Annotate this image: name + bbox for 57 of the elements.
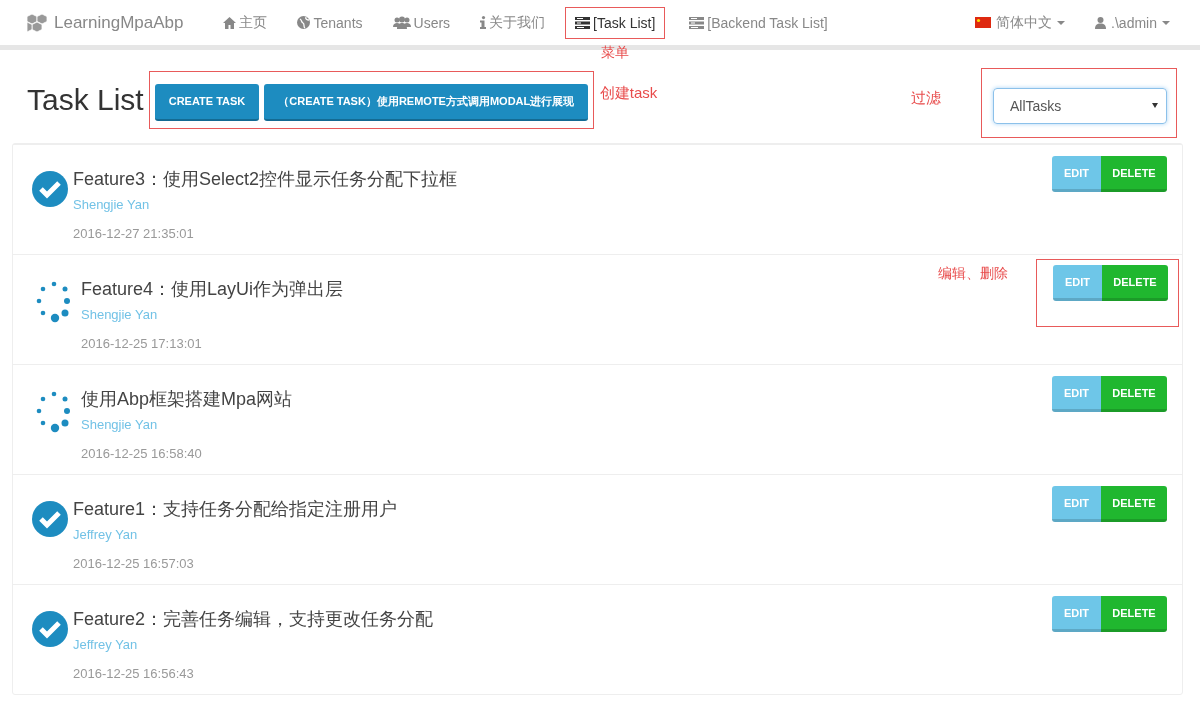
task-title: Feature2：完善任务编辑，支持更改任务分配 bbox=[73, 608, 434, 631]
edit-button[interactable]: EDIT bbox=[1052, 596, 1101, 632]
edit-button[interactable]: EDIT bbox=[1052, 376, 1101, 412]
spinner-icon bbox=[35, 281, 73, 323]
create-task-button[interactable]: （CREATE TASK）使用REMOTE方式调用MODAL进行展现 bbox=[264, 83, 589, 121]
annotation-label: 创建task bbox=[599, 83, 658, 103]
edit-button[interactable]: EDIT bbox=[1052, 486, 1101, 522]
nav-link[interactable]: 主页 bbox=[213, 5, 278, 40]
cubes-icon bbox=[26, 13, 48, 32]
annotation-label: 菜单 bbox=[601, 43, 630, 62]
list-icon bbox=[689, 16, 705, 29]
delete-button[interactable]: DELETE bbox=[1101, 156, 1167, 192]
edit-button[interactable]: EDIT bbox=[1053, 265, 1102, 301]
nav-link[interactable]: [Task List] bbox=[565, 6, 666, 39]
delete-button[interactable]: DELETE bbox=[1101, 486, 1167, 522]
task-date: 2016-12-25 16:57:03 bbox=[73, 556, 195, 571]
delete-button[interactable]: DELETE bbox=[1101, 596, 1167, 632]
nav-link[interactable]: 关于我们 bbox=[470, 5, 556, 40]
assignee-name: Jeffrey Yan bbox=[73, 637, 139, 652]
nav-link[interactable]: [Backend Task List] bbox=[679, 6, 838, 39]
check-circle-icon bbox=[32, 611, 68, 647]
task-date: 2016-12-25 16:58:40 bbox=[81, 446, 203, 461]
user-icon bbox=[1095, 16, 1107, 29]
task-title: 使用Abp框架搭建Mpa网站 bbox=[81, 388, 293, 411]
page-title: Task List bbox=[27, 82, 144, 117]
caret-icon bbox=[1152, 103, 1158, 108]
info-icon bbox=[480, 16, 487, 29]
filter-select[interactable]: AllTasks bbox=[993, 87, 1167, 124]
users-icon bbox=[392, 16, 411, 29]
assignee-name: Shengjie Yan bbox=[81, 417, 159, 432]
assignee-name: Jeffrey Yan bbox=[73, 527, 139, 542]
annotation-label: 编辑、删除 bbox=[938, 265, 1008, 283]
list-icon bbox=[575, 16, 591, 29]
edit-button[interactable]: EDIT bbox=[1052, 156, 1101, 192]
nav-link[interactable]: Users bbox=[382, 6, 461, 39]
task-title: Feature4：使用LayUi作为弹出层 bbox=[81, 278, 344, 301]
task-title: Feature3：使用Select2控件显示任务分配下拉框 bbox=[73, 168, 458, 191]
delete-button[interactable]: DELETE bbox=[1101, 376, 1167, 412]
task-date: 2016-12-25 16:56:43 bbox=[73, 666, 195, 681]
assignee-name: Shengjie Yan bbox=[73, 197, 151, 212]
delete-button[interactable]: DELETE bbox=[1102, 265, 1168, 301]
nav-link[interactable]: Tenants bbox=[287, 6, 373, 39]
annotation-label: 过滤 bbox=[911, 88, 941, 108]
task-date: 2016-12-25 17:13:01 bbox=[81, 336, 203, 351]
globe-icon bbox=[297, 16, 311, 29]
task-date: 2016-12-27 21:35:01 bbox=[73, 226, 195, 241]
home-icon bbox=[223, 16, 237, 29]
assignee-name: Shengjie Yan bbox=[81, 307, 159, 322]
task-title: Feature1：支持任务分配给指定注册用户 bbox=[73, 498, 398, 521]
check-circle-icon bbox=[32, 171, 68, 207]
spinner-icon bbox=[35, 391, 73, 433]
user-dropdown[interactable]: .\admin bbox=[1091, 8, 1174, 37]
brand-name[interactable]: LearningMpaAbp bbox=[54, 12, 184, 33]
create-task-button[interactable]: CREATE TASK bbox=[154, 83, 260, 121]
flag-icon bbox=[975, 17, 992, 28]
check-circle-icon bbox=[32, 501, 68, 537]
language-dropdown[interactable]: 简体中文 bbox=[971, 7, 1070, 38]
